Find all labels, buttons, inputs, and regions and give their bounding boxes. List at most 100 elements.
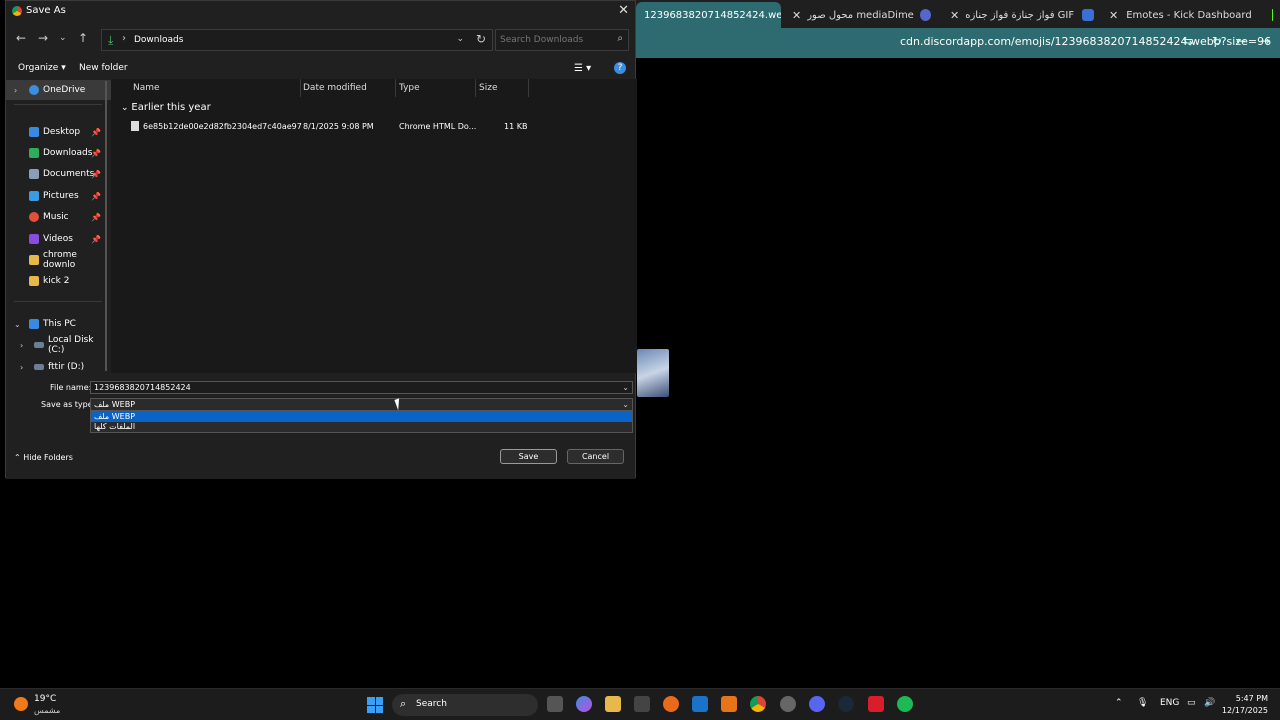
sidebar-item-drive-d[interactable]: › fttir (D:)	[6, 357, 111, 373]
clock[interactable]: 5:47 PM 12/17/2025	[1222, 693, 1268, 717]
chevron-down-icon[interactable]: ⌄	[456, 34, 464, 44]
hide-folders-button[interactable]: ⌃ Hide Folders	[14, 453, 73, 462]
settings-icon[interactable]	[780, 696, 796, 712]
sidebar-item-onedrive[interactable]: › OneDrive	[6, 80, 111, 100]
column-header-name[interactable]: Name	[133, 83, 160, 93]
language-indicator[interactable]: ENG	[1160, 698, 1179, 708]
sidebar-item-local-disk-c[interactable]: › Local Disk (C:)	[6, 335, 111, 355]
column-divider[interactable]	[300, 79, 301, 97]
app-a-icon[interactable]	[721, 696, 737, 712]
store-icon[interactable]	[634, 696, 650, 712]
microphone-icon[interactable]: 🎙	[1137, 698, 1148, 708]
tab-label: Emotes - Kick Dashboard	[1126, 9, 1252, 21]
up-icon[interactable]: ↑	[78, 31, 88, 45]
refresh-icon[interactable]: ↻	[476, 32, 486, 46]
spotify-icon[interactable]	[897, 696, 913, 712]
group-header[interactable]: ⌄ Earlier this year	[121, 102, 211, 113]
chevron-right-icon[interactable]: ›	[20, 341, 23, 350]
recent-locations-icon[interactable]: ⌄	[59, 33, 67, 43]
chevron-down-icon[interactable]: ⌄	[622, 382, 629, 393]
sidebar-item-this-pc[interactable]: ⌄ This PC	[6, 314, 111, 334]
task-view-icon[interactable]	[547, 696, 563, 712]
column-divider[interactable]	[395, 79, 396, 97]
sidebar-item-label: Pictures	[43, 191, 79, 201]
cancel-button[interactable]: Cancel	[567, 449, 624, 464]
forward-icon[interactable]: →	[38, 31, 48, 45]
address-path[interactable]: ⤓ › Downloads ⌄ ↻	[101, 29, 493, 51]
steam-icon[interactable]	[838, 696, 854, 712]
path-segment[interactable]: Downloads	[134, 35, 183, 45]
sidebar-scrollbar[interactable]	[105, 81, 107, 371]
column-divider[interactable]	[528, 79, 529, 97]
column-header-size[interactable]: Size	[479, 83, 497, 93]
close-tab-icon[interactable]: ✕	[792, 9, 801, 22]
save-as-dialog: Save As ✕ ← → ⌄ ↑ ⤓ › Downloads ⌄ ↻ ⌕ Or…	[5, 0, 637, 479]
column-header-date[interactable]: Date modified	[303, 83, 367, 93]
sidebar-item-desktop[interactable]: Desktop 📌	[6, 122, 111, 142]
search-input[interactable]	[500, 32, 610, 48]
back-icon[interactable]: ←	[1236, 34, 1246, 48]
column-divider[interactable]	[475, 79, 476, 97]
close-icon[interactable]: ✕	[618, 3, 629, 18]
site-settings-icon[interactable]: ⇆	[1183, 34, 1193, 48]
tab-kick-dashboard[interactable]: ✕ Emotes - Kick Dashboard	[1103, 4, 1273, 26]
forward-icon[interactable]: →	[1260, 34, 1270, 48]
outlook-icon[interactable]	[692, 696, 708, 712]
tab-media-dimension[interactable]: ✕ محول صور mediaDimension.	[786, 4, 931, 26]
volume-icon[interactable]: 🔊	[1204, 698, 1215, 708]
option-all-files[interactable]: الملفات كلها	[91, 422, 632, 432]
pin-icon: 📌	[91, 148, 101, 158]
taskbar-search[interactable]: ⌕ Search	[392, 694, 538, 716]
browser-tab-strip: 1239683820714852424.webp ( ✕ محول صور me…	[636, 0, 1280, 28]
sidebar-item-label: chrome downlo	[43, 250, 77, 270]
firefox-icon[interactable]	[663, 696, 679, 712]
sidebar-item-videos[interactable]: Videos 📌	[6, 229, 111, 249]
sidebar-item-music[interactable]: Music 📌	[6, 207, 111, 227]
sidebar-item-pictures[interactable]: Pictures 📌	[6, 186, 111, 206]
chevron-down-icon[interactable]: ⌄	[622, 399, 629, 410]
save-as-type-select[interactable]: ملف WEBP ⌄	[90, 398, 633, 411]
emoji-image-preview	[637, 349, 669, 397]
organize-button[interactable]: Organize ▾	[18, 63, 66, 73]
navigation-pane: › OneDrive Desktop 📌 Downloads 📌 Documen…	[6, 79, 111, 373]
new-folder-button[interactable]: New folder	[79, 63, 128, 73]
windows-start-icon[interactable]	[367, 697, 383, 713]
chevron-right-icon[interactable]: ›	[122, 33, 126, 44]
sidebar-item-chrome-downloads[interactable]: chrome downlo	[6, 250, 111, 270]
network-icon[interactable]: ▭	[1187, 698, 1196, 708]
back-icon[interactable]: ←	[16, 31, 26, 45]
sidebar-item-kick-2[interactable]: kick 2	[6, 271, 111, 291]
navigation-row: ← → ⌄ ↑ ⤓ › Downloads ⌄ ↻ ⌕	[6, 27, 635, 53]
view-options-icon[interactable]: ☰ ▾	[574, 63, 591, 74]
chevron-down-icon[interactable]: ⌄	[14, 320, 21, 329]
sidebar-item-downloads[interactable]: Downloads 📌	[6, 143, 111, 163]
tab-gif[interactable]: ✕ فواز جنازة فواز جنازه GIF - فواز ج	[944, 4, 1094, 26]
chevron-right-icon[interactable]: ›	[20, 363, 23, 372]
reload-icon[interactable]: ↻	[1212, 34, 1222, 48]
help-icon[interactable]: ?	[614, 62, 626, 74]
sidebar-item-label: This PC	[43, 319, 76, 329]
divider	[14, 301, 102, 302]
red-app-icon[interactable]	[868, 696, 884, 712]
discord-icon[interactable]	[809, 696, 825, 712]
chevron-down-icon: ⌄	[121, 103, 132, 113]
chevron-up-icon[interactable]: ⌃	[1115, 698, 1123, 708]
close-tab-icon[interactable]: ✕	[1109, 9, 1118, 22]
sidebar-item-documents[interactable]: Documents 📌	[6, 164, 111, 184]
option-webp[interactable]: ملف WEBP	[91, 412, 632, 422]
sidebar-item-label: Music	[43, 212, 69, 222]
column-header-type[interactable]: Type	[399, 83, 420, 93]
file-explorer-icon[interactable]	[605, 696, 621, 712]
tab-webp-image[interactable]: 1239683820714852424.webp (	[636, 2, 781, 28]
chevron-right-icon[interactable]: ›	[14, 86, 17, 95]
copilot-icon[interactable]	[576, 696, 592, 712]
chrome-icon[interactable]	[750, 696, 766, 712]
html-file-icon	[131, 121, 139, 131]
save-button[interactable]: Save	[500, 449, 557, 464]
file-row[interactable]: 6e85b12de00e2d82fb2304ed7c40ae97 8/1/202…	[111, 119, 637, 135]
search-box[interactable]: ⌕	[495, 29, 629, 51]
file-name-input[interactable]: 1239683820714852424 ⌄	[90, 381, 633, 394]
folder-icon	[29, 255, 39, 265]
clock-time: 5:47 PM	[1235, 694, 1268, 703]
close-tab-icon[interactable]: ✕	[950, 9, 959, 22]
